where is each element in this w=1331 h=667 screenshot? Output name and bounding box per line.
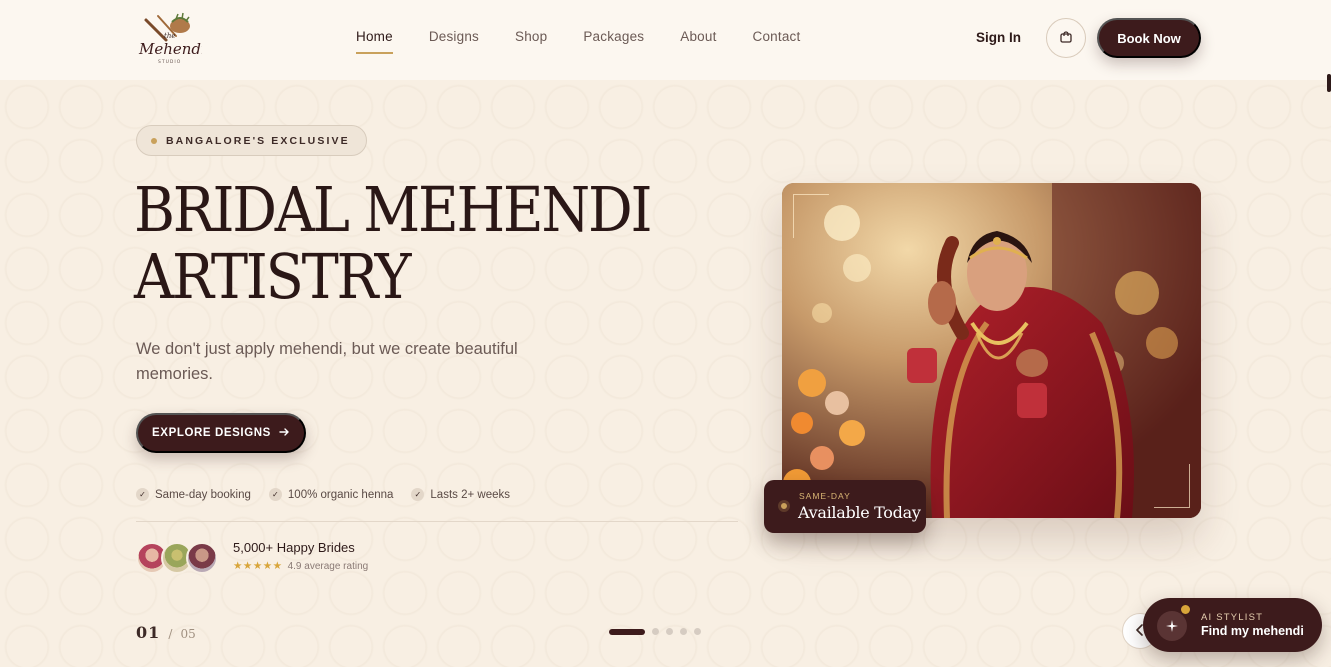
svg-text:Mehendi: Mehendi	[138, 40, 202, 58]
nav-about[interactable]: About	[680, 29, 716, 54]
book-now-button[interactable]: Book Now	[1097, 18, 1201, 58]
badge-text: BANGALORE'S EXCLUSIVE	[166, 134, 350, 147]
slide-counter: 01 / 05	[136, 623, 196, 642]
scrollbar-thumb[interactable]	[1327, 74, 1331, 92]
availability-card: SAME-DAY Available Today	[764, 480, 926, 533]
shopping-bag-icon	[1059, 30, 1073, 47]
check-icon: ✓	[136, 488, 149, 501]
headline-line-2: ARTISTRY	[134, 240, 411, 313]
feature-item: ✓ Lasts 2+ weeks	[411, 488, 510, 501]
explore-designs-label: EXPLORE DESIGNS	[152, 427, 271, 439]
feature-item: ✓ Same-day booking	[136, 488, 251, 501]
nav-contact[interactable]: Contact	[753, 29, 801, 54]
slide-dot-4[interactable]	[680, 628, 687, 635]
photo-corner-accent	[793, 194, 829, 238]
feature-label: 100% organic henna	[287, 488, 394, 501]
bride-photo	[782, 183, 1201, 518]
availability-dot	[778, 500, 790, 512]
photo-corner-accent	[1154, 464, 1190, 508]
feature-list: ✓ Same-day booking ✓ 100% organic henna …	[136, 488, 510, 501]
top-navigation: the Mehendi STUDIO Home Designs Shop Pac…	[0, 0, 1331, 80]
slide-indicators	[609, 628, 701, 635]
feature-label: Lasts 2+ weeks	[430, 488, 510, 501]
cart-button[interactable]	[1046, 18, 1086, 58]
brand-logo[interactable]: the Mehendi STUDIO	[136, 10, 206, 66]
avatar	[186, 542, 218, 574]
check-icon: ✓	[411, 488, 425, 501]
nav-home[interactable]: Home	[356, 29, 393, 54]
feature-item: ✓ 100% organic henna	[268, 488, 394, 501]
nav-designs[interactable]: Designs	[429, 29, 479, 54]
bride-avatars	[136, 542, 220, 575]
slide-dot-3[interactable]	[666, 628, 673, 635]
notification-dot	[1181, 605, 1190, 614]
check-icon: ✓	[268, 488, 282, 501]
availability-label: SAME-DAY	[799, 491, 851, 501]
ai-stylist-title: Find my mehendi	[1201, 624, 1304, 638]
badge-dot	[151, 137, 157, 144]
explore-designs-button[interactable]: EXPLORE DESIGNS	[136, 413, 306, 453]
hero-subtitle: We don't just apply mehendi, but we crea…	[136, 340, 518, 383]
sign-in-link[interactable]: Sign In	[976, 30, 1021, 45]
bride-photo-illustration	[782, 183, 1201, 518]
nav-shop[interactable]: Shop	[515, 29, 547, 54]
main-nav: Home Designs Shop Packages About Contact	[356, 29, 836, 54]
headline-line-1: BRIDAL MEHENDI	[134, 173, 653, 246]
slide-total: 05	[180, 627, 196, 641]
ai-stylist-widget[interactable]: AI STYLIST Find my mehendi	[1143, 598, 1322, 652]
nav-packages[interactable]: Packages	[583, 29, 644, 54]
ai-stylist-label: AI STYLIST	[1201, 612, 1264, 623]
star-icons: ★★★★★	[233, 560, 283, 572]
slide-dot-2[interactable]	[652, 628, 659, 635]
rating-row: ★★★★★ 4.9 average rating	[233, 560, 368, 572]
rating-text: 4.9 average rating	[287, 560, 369, 572]
availability-title: Available Today	[798, 503, 921, 522]
happy-brides-count: 5,000+ Happy Brides	[233, 540, 355, 555]
slide-separator: /	[168, 627, 173, 641]
slide-dot-1[interactable]	[609, 628, 645, 635]
sparkles-icon	[1157, 611, 1187, 641]
divider	[136, 521, 738, 522]
svg-text:the: the	[164, 32, 175, 40]
arrow-right-icon	[279, 427, 290, 440]
slide-current: 01	[136, 623, 161, 642]
slide-dot-5[interactable]	[694, 628, 701, 635]
hero-headline: BRIDAL MEHENDI ARTISTRY	[134, 176, 674, 310]
svg-text:STUDIO: STUDIO	[158, 59, 181, 65]
location-badge: BANGALORE'S EXCLUSIVE	[136, 125, 367, 156]
feature-label: Same-day booking	[155, 488, 251, 501]
